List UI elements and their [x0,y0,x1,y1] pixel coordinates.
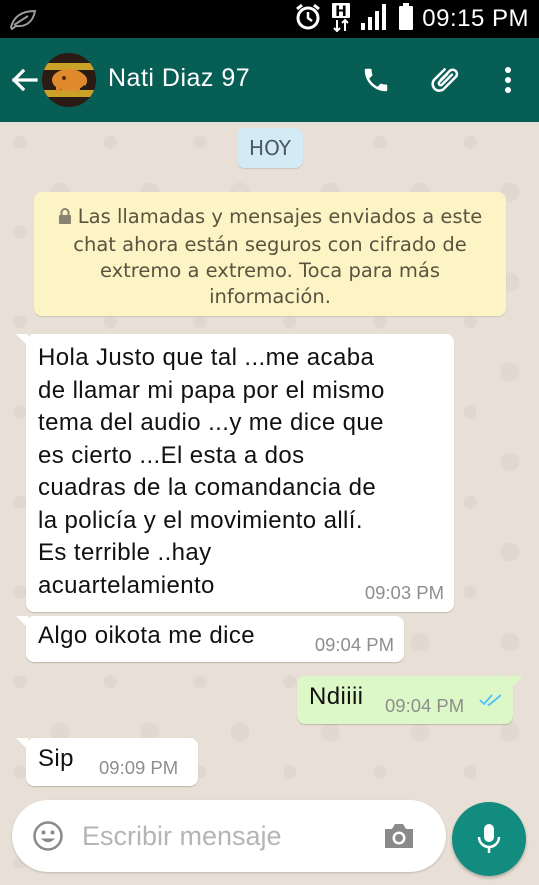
data-h-icon: H [330,2,352,36]
call-button[interactable] [358,62,394,98]
message-time: 09:03 PM [364,582,444,603]
back-button[interactable] [8,62,40,98]
message-composer [12,800,446,872]
more-vert-icon [505,67,511,93]
status-time: 09:15 PM [422,5,529,32]
message-bubble-outgoing[interactable]: Ndiiii 09:04 PM [297,676,523,724]
back-arrow-icon [11,68,38,92]
camera-icon [385,824,413,848]
message-input[interactable] [82,816,372,856]
encryption-notice-text: Las llamadas y mensajes enviados a este … [73,205,483,308]
chat-area[interactable]: HOY Las llamadas y mensajes enviados a e… [0,122,539,885]
encryption-notice[interactable]: Las llamadas y mensajes enviados a este … [34,192,506,316]
alarm-icon [294,3,322,35]
message-bubble[interactable]: Algo oikota me dice 09:04 PM [16,616,404,662]
mic-button[interactable] [452,802,526,876]
message-time: 09:04 PM [314,634,394,655]
emoji-icon [33,821,63,851]
message-text: Hola Justo que tal ...me acaba de llamar… [38,344,385,599]
phone-icon [364,68,388,92]
leaf-icon [8,8,38,31]
chat-header: Nati Diaz 97 [0,38,539,122]
emoji-button[interactable] [32,820,64,852]
date-chip: HOY [237,128,303,168]
read-ticks-icon [479,686,503,714]
svg-text:H: H [335,4,347,20]
signal-icon [360,3,390,35]
contact-name[interactable]: Nati Diaz 97 [108,64,250,93]
message-text: Sip [38,745,74,772]
camera-button[interactable] [382,820,416,852]
mic-icon [477,824,501,853]
status-bar: H 09:15 PM [0,0,539,38]
message-bubble[interactable]: Hola Justo que tal ...me acaba de llamar… [16,334,454,612]
message-time: 09:09 PM [99,757,179,778]
paperclip-icon [431,68,459,92]
message-bubble[interactable]: Sip 09:09 PM [16,738,198,786]
message-time: 09:04 PM [385,695,465,716]
more-options-button[interactable] [490,62,526,98]
lock-icon [58,206,72,232]
message-text: Algo oikota me dice [38,622,256,649]
message-text: Ndiiii [309,683,364,710]
avatar[interactable] [42,53,96,107]
battery-icon [398,3,414,35]
attach-button[interactable] [428,62,464,98]
